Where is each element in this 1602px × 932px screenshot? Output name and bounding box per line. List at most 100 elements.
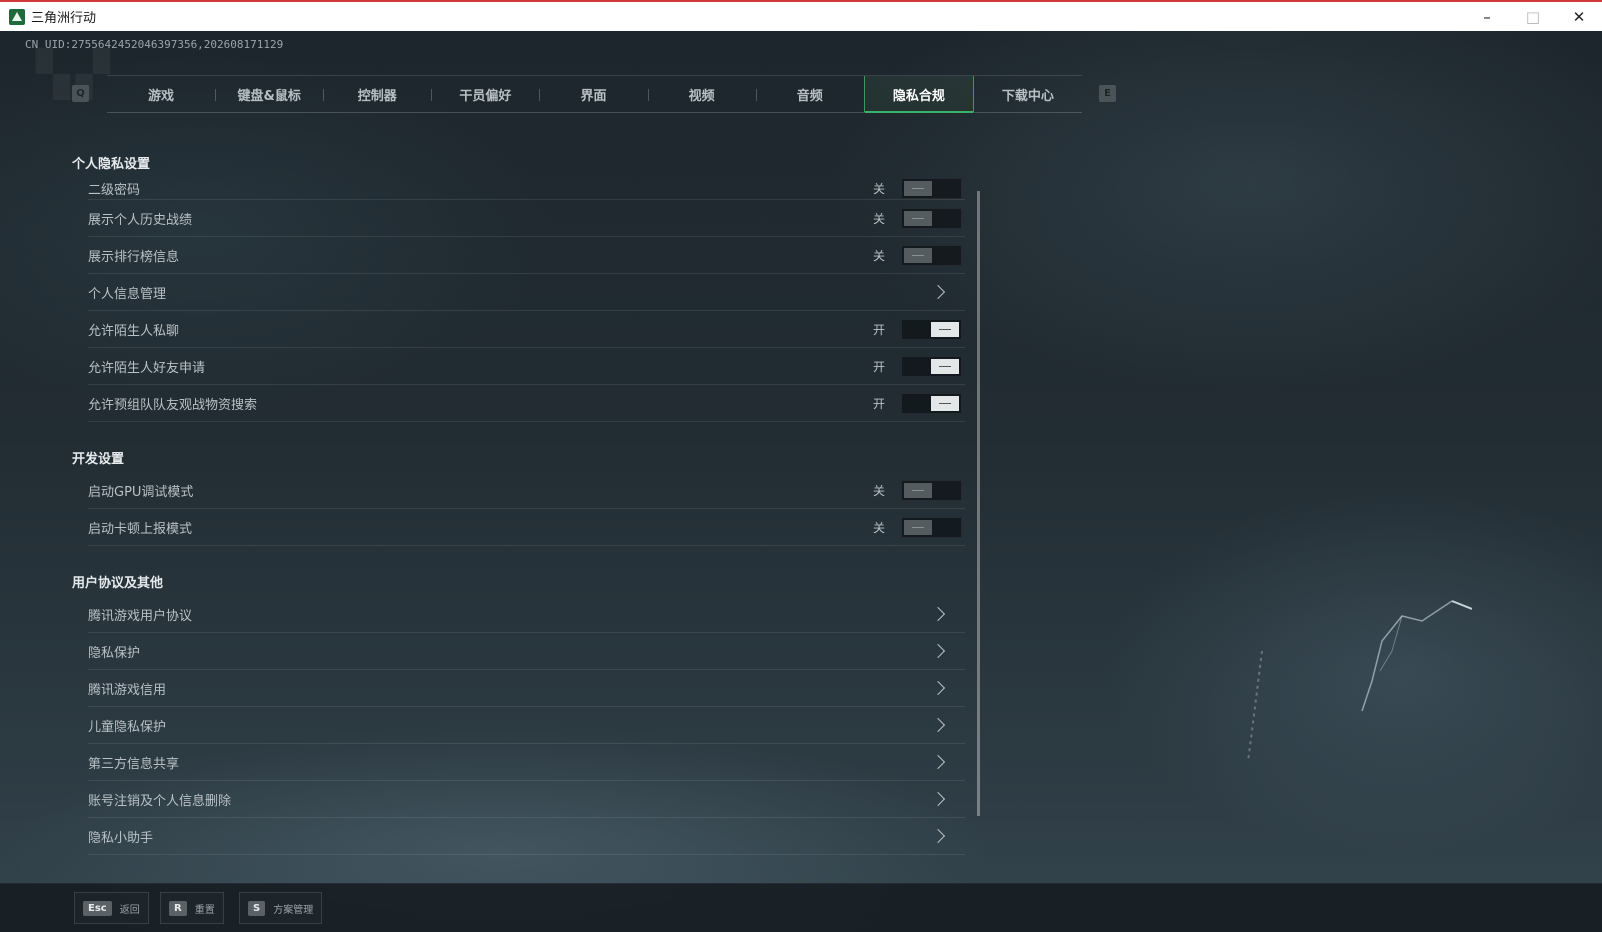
link-row-children-privacy[interactable]: 儿童隐私保护 (88, 707, 965, 744)
setting-row-gpu-debug-mode[interactable]: 启动GPU调试模式 关 (88, 472, 965, 509)
setting-state: 开 (872, 322, 885, 337)
settings-tab-bar: 游戏 键盘&鼠标 控制器 干员偏好 界面 视频 音频 隐私合规 下载中心 (107, 75, 1082, 113)
window-title: 三角洲行动 (31, 11, 97, 26)
uid-label: CN UID:2755642452046397356,202608171129 (25, 38, 284, 51)
setting-row-allow-teammate-spectate-search[interactable]: 允许预组队队友观战物资搜索 开 (88, 385, 965, 422)
tab-prev-key-hint[interactable]: Q (72, 85, 89, 102)
setting-row-show-leaderboard[interactable]: 展示排行榜信息 关 (88, 237, 965, 274)
preset-management-label: 方案管理 (273, 904, 314, 916)
back-button[interactable]: Esc 返回 (74, 892, 149, 924)
setting-state: 开 (872, 396, 885, 411)
setting-state: 关 (872, 248, 885, 263)
tab-controller[interactable]: 控制器 (323, 76, 431, 112)
reset-label: 重置 (194, 904, 215, 916)
setting-row-allow-stranger-chat[interactable]: 允许陌生人私聊 开 (88, 311, 965, 348)
minimize-button[interactable]: – (1464, 2, 1510, 31)
toggle-switch[interactable] (901, 355, 962, 377)
link-row-tencent-user-agreement[interactable]: 腾讯游戏用户协议 (88, 596, 965, 633)
keycap-r: R (169, 900, 187, 916)
keycap-s: S (248, 900, 266, 916)
tab-operator-preferences[interactable]: 干员偏好 (431, 76, 539, 112)
window-title-bar: 三角洲行动 – □ ✕ (0, 0, 1602, 31)
tab-download-center[interactable]: 下载中心 (974, 76, 1082, 112)
setting-label: 儿童隐私保护 (88, 719, 167, 735)
setting-label: 启动GPU调试模式 (88, 484, 194, 500)
tab-privacy-compliance[interactable]: 隐私合规 (863, 76, 974, 113)
setting-state: 开 (872, 359, 885, 374)
window-controls: – □ ✕ (1464, 2, 1602, 31)
setting-label: 允许陌生人私聊 (88, 323, 180, 339)
link-row-third-party-sharing[interactable]: 第三方信息共享 (88, 744, 965, 781)
toggle-switch[interactable] (901, 479, 962, 501)
toggle-knob (904, 247, 932, 263)
toggle-switch[interactable] (901, 516, 962, 538)
toggle-knob (904, 482, 932, 498)
app-logo-icon (9, 8, 25, 25)
setting-label: 允许预组队队友观战物资搜索 (88, 397, 258, 413)
reset-button[interactable]: R 重置 (160, 892, 224, 924)
setting-label: 隐私小助手 (88, 830, 154, 846)
toggle-knob (931, 395, 959, 411)
setting-label: 展示个人历史战绩 (88, 212, 193, 228)
chevron-right-icon (930, 828, 946, 844)
setting-row-personal-info-management[interactable]: 个人信息管理 (88, 274, 965, 311)
setting-label: 腾讯游戏用户协议 (88, 608, 193, 624)
toggle-switch[interactable] (901, 392, 962, 414)
setting-label: 腾讯游戏信用 (88, 682, 167, 698)
section-title-user-agreements: 用户协议及其他 (72, 576, 164, 591)
close-button[interactable]: ✕ (1556, 2, 1602, 31)
link-row-account-deletion[interactable]: 账号注销及个人信息删除 (88, 781, 965, 818)
tab-video[interactable]: 视频 (647, 76, 756, 112)
tab-game[interactable]: 游戏 (107, 76, 215, 112)
toggle-switch[interactable] (901, 207, 962, 229)
setting-label: 隐私保护 (88, 645, 141, 661)
chevron-right-icon (930, 754, 946, 770)
link-row-tencent-game-credit[interactable]: 腾讯游戏信用 (88, 670, 965, 707)
toggle-switch[interactable] (901, 318, 962, 340)
setting-state: 关 (872, 211, 885, 226)
maximize-button[interactable]: □ (1510, 2, 1556, 31)
section-title-developer-settings: 开发设置 (72, 452, 125, 467)
setting-label: 第三方信息共享 (88, 756, 180, 772)
setting-row-show-match-history[interactable]: 展示个人历史战绩 关 (88, 200, 965, 237)
toggle-switch[interactable] (901, 244, 962, 266)
toggle-knob (904, 519, 932, 535)
toggle-knob (931, 358, 959, 374)
bottom-action-bar: Esc 返回 R 重置 S 方案管理 (0, 883, 1602, 932)
chevron-right-icon (930, 284, 946, 300)
setting-row-allow-stranger-friend-request[interactable]: 允许陌生人好友申请 开 (88, 348, 965, 385)
chevron-right-icon (930, 606, 946, 622)
toggle-knob (904, 210, 932, 226)
preset-management-button[interactable]: S 方案管理 (239, 892, 323, 924)
chevron-right-icon (930, 717, 946, 733)
chevron-right-icon (930, 791, 946, 807)
tab-interface[interactable]: 界面 (539, 76, 647, 112)
link-row-privacy-protection[interactable]: 隐私保护 (88, 633, 965, 670)
link-row-privacy-assistant[interactable]: 隐私小助手 (88, 818, 965, 855)
settings-panel: 个人隐私设置 二级密码 关 展示个人历史战绩 关 展示排行榜信息 关 个人信息管… (72, 153, 967, 868)
setting-state: 关 (872, 181, 885, 196)
toggle-switch[interactable] (901, 177, 962, 199)
setting-label: 二级密码 (88, 182, 141, 198)
setting-row-secondary-password[interactable]: 二级密码 关 (88, 177, 965, 200)
section-title-personal-privacy: 个人隐私设置 (72, 157, 151, 172)
setting-label: 展示排行榜信息 (88, 249, 180, 265)
setting-state: 关 (872, 520, 885, 535)
keycap-esc: Esc (83, 900, 112, 916)
tab-next-key-hint[interactable]: E (1099, 85, 1116, 102)
tab-audio[interactable]: 音频 (755, 76, 864, 112)
setting-label: 允许陌生人好友申请 (88, 360, 206, 376)
back-label: 返回 (119, 904, 140, 916)
tab-keyboard-mouse[interactable]: 键盘&鼠标 (215, 76, 323, 112)
toggle-knob (904, 180, 932, 196)
setting-label: 启动卡顿上报模式 (88, 521, 193, 537)
game-viewport: ▚▞ CN UID:2755642452046397356,2026081711… (0, 31, 1602, 932)
setting-label: 账号注销及个人信息删除 (88, 793, 232, 809)
settings-scrollbar[interactable] (977, 191, 980, 816)
setting-row-stutter-report-mode[interactable]: 启动卡顿上报模式 关 (88, 509, 965, 546)
chevron-right-icon (930, 643, 946, 659)
lightning-decoration-icon (1247, 600, 1472, 762)
chevron-right-icon (930, 680, 946, 696)
